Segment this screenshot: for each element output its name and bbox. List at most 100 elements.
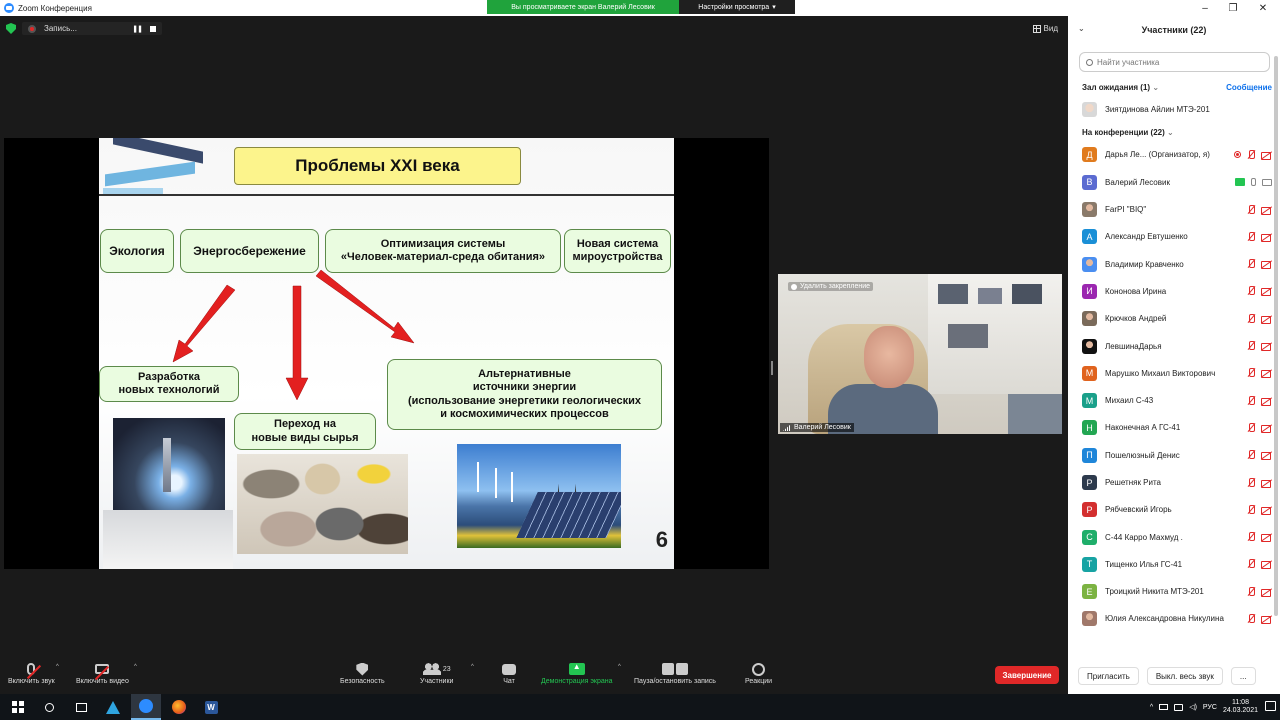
unmute-button[interactable]: Включить звук — [8, 660, 55, 685]
share-screen-icon — [568, 662, 585, 675]
collapse-panel-chevron-icon[interactable]: ⌄ — [1078, 24, 1085, 33]
avatar: Р — [1082, 502, 1097, 518]
audio-options-chevron-icon[interactable]: ^ — [56, 664, 59, 670]
tray-chevron-icon[interactable]: ^ — [1150, 704, 1153, 711]
security-button[interactable]: Безопасность — [340, 660, 385, 685]
meeting-toolbar: Включить звук ^ Включить видео ^ Безопас… — [0, 656, 1068, 694]
unpin-button[interactable]: Удалить закрепление — [788, 282, 874, 291]
firefox-app-button[interactable] — [164, 694, 194, 720]
camera-off-icon — [1261, 560, 1272, 570]
camera-off-icon — [1261, 260, 1272, 270]
waiting-room-header[interactable]: Зал ожидания (1) ⌄ Сообщение — [1068, 78, 1280, 96]
panel-scrollbar[interactable] — [1274, 56, 1278, 616]
mic-muted-icon — [1247, 368, 1255, 378]
participants-button[interactable]: 23 Участники — [420, 660, 453, 685]
participant-search-field[interactable] — [1079, 52, 1270, 72]
recording-label: Запись... — [44, 24, 77, 33]
minimize-button[interactable]: – — [1190, 0, 1220, 16]
close-button[interactable]: ✕ — [1248, 0, 1278, 16]
mute-all-button[interactable]: Выкл. весь звук — [1146, 667, 1223, 685]
stop-recording-icon[interactable] — [150, 25, 156, 32]
video-options-chevron-icon[interactable]: ^ — [134, 664, 137, 670]
camera-off-icon — [1261, 206, 1272, 215]
avatar — [1082, 256, 1097, 272]
pause-stop-recording-button[interactable]: Пауза/остановить запись — [634, 660, 716, 685]
share-screen-label: Демонстрация экрана — [541, 678, 613, 685]
battery-icon[interactable] — [1174, 703, 1184, 711]
split-view-handle[interactable] — [771, 361, 773, 375]
participant-status-icons — [1247, 231, 1272, 242]
participant-row[interactable]: В Валерий Лесовик — [1068, 169, 1280, 196]
start-video-button[interactable]: Включить видео — [76, 660, 129, 685]
participant-row[interactable]: М Марушко Михаил Викторович — [1068, 360, 1280, 387]
participant-row[interactable]: А Александр Евтушенко — [1068, 223, 1280, 250]
participant-status-icons — [1247, 395, 1272, 406]
search-taskbar-button[interactable] — [34, 694, 64, 720]
view-button[interactable]: Вид — [1032, 24, 1058, 33]
chat-icon — [502, 663, 516, 675]
participant-row[interactable]: Д Дарья Ле... (Организатор, я) — [1068, 141, 1280, 168]
waiting-room-label: Зал ожидания (1) ⌄ — [1082, 82, 1160, 92]
avatar — [1082, 611, 1097, 627]
waiting-participant-row[interactable]: Зиятдинова Айлин МТЭ-201 — [1068, 96, 1280, 123]
pause-recording-icon[interactable]: ❚❚ — [132, 25, 143, 33]
participant-row[interactable]: Т Тищенко Илья ГС-41 — [1068, 551, 1280, 578]
mic-muted-icon — [1247, 422, 1255, 433]
participant-row[interactable]: Р Решетняк Рита — [1068, 469, 1280, 496]
participant-row[interactable]: ЛевшинаДарья — [1068, 332, 1280, 359]
participant-row[interactable]: Р Рябчевский Игорь — [1068, 496, 1280, 523]
clock[interactable]: 11:08 24.03.2021 — [1223, 699, 1258, 716]
presentation-slide: Проблемы XXI века Экология Энергосбереже… — [99, 138, 674, 569]
participant-row[interactable]: FarPI "BIQ" — [1068, 196, 1280, 223]
view-label: Вид — [1043, 24, 1058, 33]
participants-options-chevron-icon[interactable]: ^ — [471, 664, 474, 670]
participant-row[interactable]: Е Троицкий Никита МТЭ-201 — [1068, 578, 1280, 605]
participant-row[interactable]: Юлия Александровна Никулина — [1068, 605, 1280, 632]
box-alt-line1: Альтернативные — [478, 368, 571, 381]
power-tower — [557, 448, 577, 498]
participant-row[interactable]: П Пошелюзный Денис — [1068, 442, 1280, 469]
view-settings-label: Настройки просмотра — [698, 3, 770, 11]
camera-off-icon — [1261, 533, 1272, 543]
start-video-label: Включить видео — [76, 678, 129, 685]
notifications-icon[interactable] — [1265, 701, 1276, 711]
invite-button[interactable]: Пригласить — [1078, 667, 1139, 685]
participant-row[interactable]: Владимир Кравченко — [1068, 250, 1280, 277]
encryption-shield-icon[interactable] — [6, 23, 16, 34]
share-options-chevron-icon[interactable]: ^ — [618, 664, 621, 670]
volume-icon[interactable]: ◁) — [1189, 703, 1197, 711]
windows-start-icon[interactable] — [12, 701, 24, 713]
more-options-button[interactable]: ... — [1230, 667, 1256, 685]
end-meeting-button[interactable]: Завершение — [995, 666, 1059, 684]
network-icon[interactable] — [1159, 704, 1169, 710]
chat-button[interactable]: Чат — [502, 660, 516, 685]
language-indicator[interactable]: РУС — [1203, 704, 1217, 711]
camera-off-icon — [1261, 287, 1272, 297]
avatar: А — [1082, 229, 1097, 245]
system-tray: ^ ◁) РУС 11:08 24.03.2021 — [1150, 694, 1280, 720]
participant-row[interactable]: Н Наконечная А ГС-41 — [1068, 414, 1280, 441]
in-meeting-header[interactable]: На конференции (22) ⌄ — [1068, 123, 1280, 141]
autodesk-app-button[interactable] — [98, 694, 128, 720]
message-link[interactable]: Сообщение — [1226, 83, 1272, 92]
mic-muted-icon — [1247, 313, 1255, 324]
recording-status-icon — [1234, 151, 1241, 159]
participant-name: Кононова Ирина — [1105, 286, 1167, 296]
participant-row[interactable]: Крючков Андрей — [1068, 305, 1280, 332]
participant-name: Рябчевский Игорь — [1105, 505, 1172, 515]
zoom-app-button[interactable] — [131, 694, 161, 720]
view-settings-button[interactable]: Настройки просмотра ▾ — [679, 0, 795, 14]
chat-label: Чат — [503, 678, 515, 685]
task-view-button[interactable] — [66, 694, 96, 720]
wind-turbine — [495, 468, 497, 498]
reactions-button[interactable]: Реакции — [745, 660, 772, 685]
word-app-button[interactable]: W — [196, 694, 226, 720]
panel-header: ⌄ Участники (22) — [1068, 16, 1280, 44]
participant-row[interactable]: М Михаил С-43 — [1068, 387, 1280, 414]
participant-row[interactable]: И Кононова Ирина — [1068, 278, 1280, 305]
share-screen-button[interactable]: Демонстрация экрана — [541, 660, 613, 685]
participant-row[interactable]: С С-44 Карро Махмуд . — [1068, 523, 1280, 550]
speaker-video-tile[interactable]: Удалить закрепление Валерий Лесовик — [778, 274, 1062, 434]
maximize-button[interactable]: ❐ — [1218, 0, 1248, 16]
participant-search-input[interactable] — [1097, 57, 1257, 67]
